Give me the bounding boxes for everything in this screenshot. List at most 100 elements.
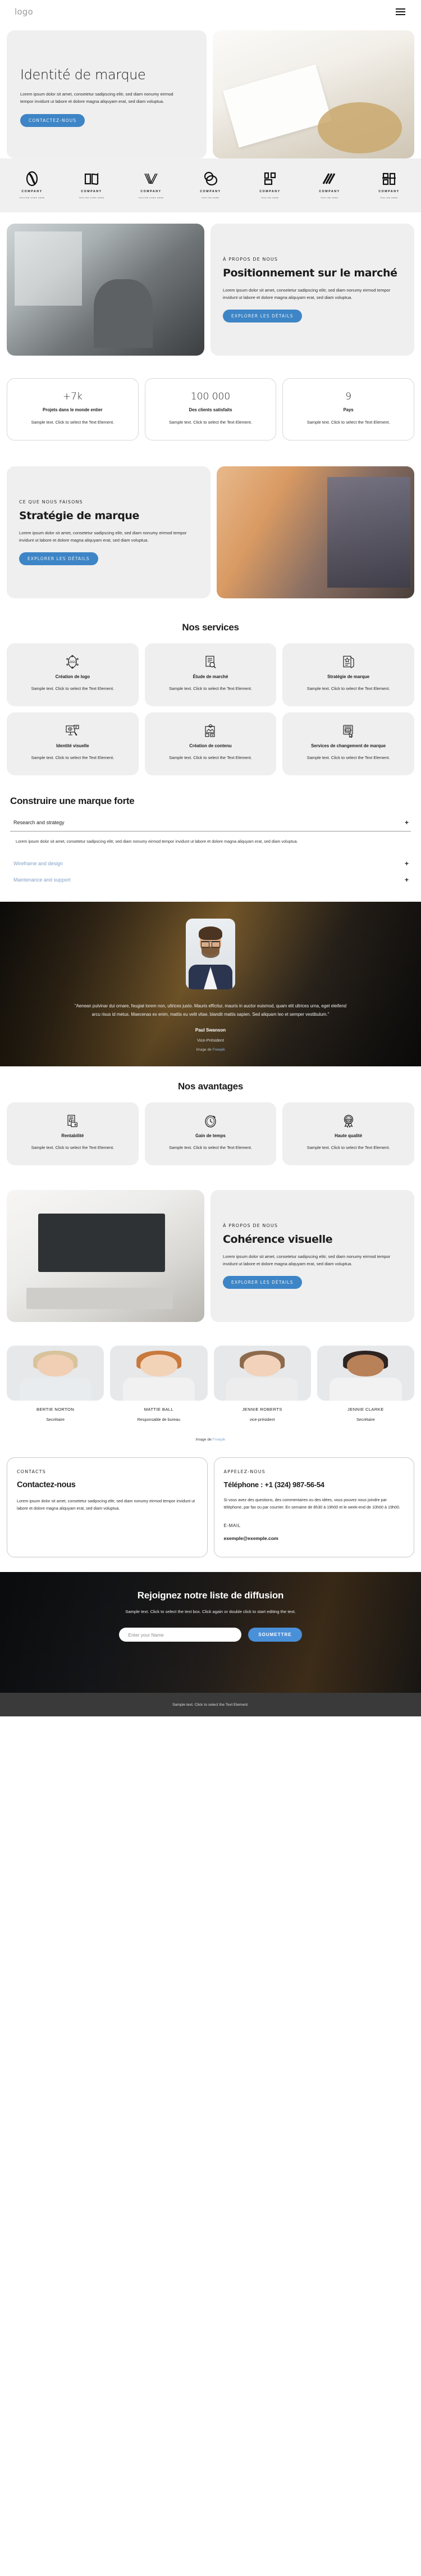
client-logo-tagline: TAGLINE HERE — [202, 197, 219, 199]
accordion-item-body: Lorem ipsum dolor sit amet, consetetur s… — [16, 838, 298, 844]
strategy-cta-button[interactable]: EXPLORER LES DÉTAILS — [19, 552, 98, 566]
client-logo-item: COMPANY TAGLINE HERE — [365, 171, 413, 199]
newsletter-section: Rejoignez notre liste de diffusion Sampl… — [0, 1572, 421, 1693]
client-logo-item: COMPANY TAGLINE GOES HERE — [67, 171, 116, 199]
service-card[interactable]: BRAND Services de changement de marque S… — [282, 712, 414, 775]
testimonial-quote: "Aenean pulvinar dui ornare, feugiat lor… — [74, 1003, 347, 1017]
team-member-name: MATTIE BALL — [144, 1407, 174, 1412]
services-grid: LOGO Création de logo Sample text. Click… — [7, 643, 414, 775]
accordion-item-maintenance-and-support[interactable]: Maintenance and support + — [10, 872, 411, 888]
service-card[interactable]: Étude de marché Sample text. Click to se… — [144, 643, 277, 706]
client-logo-name: COMPANY — [378, 190, 400, 193]
plus-icon[interactable]: + — [405, 876, 409, 883]
visual-identity-icon — [15, 724, 131, 738]
call-us-paragraph: Si vous avez des questions, des commenta… — [223, 1497, 400, 1510]
client-logo-tagline: TAGLINE GOES HERE — [138, 197, 164, 199]
team-member-photo — [317, 1346, 414, 1401]
advantage-description: Sample text. Click to select the Text El… — [31, 1145, 115, 1151]
cost-efficiency-icon — [15, 1114, 131, 1128]
newsletter-name-input[interactable] — [119, 1628, 242, 1642]
market-cta-button[interactable]: EXPLORER LES DÉTAILS — [223, 310, 302, 323]
hero-cta-button[interactable]: CONTACTEZ-NOUS — [20, 114, 85, 128]
open-book-mark-icon — [84, 171, 99, 187]
services-section: Nos services LOGO Création de logo Sampl… — [0, 610, 421, 787]
accordion-item-label: Maintenance and support — [13, 876, 71, 883]
client-logo-tagline: TAGLINE GOES HERE — [19, 197, 45, 199]
plus-icon[interactable]: + — [405, 860, 409, 867]
market-title: Positionnement sur le marché — [223, 266, 397, 279]
strategy-eyebrow: CE QUE NOUS FAISONS — [19, 499, 83, 505]
team-member-name: BERTIE NORTON — [36, 1407, 75, 1412]
services-title: Nos services — [182, 621, 239, 633]
brand-strategy-section: CE QUE NOUS FAISONS Stratégie de marque … — [0, 455, 421, 610]
hamburger-menu-icon[interactable] — [395, 6, 406, 17]
accordion-item-label: Wireframe and design — [13, 860, 63, 866]
credit-link[interactable]: Freepik — [213, 1048, 225, 1052]
client-logo-tagline: TAGLINE HERE — [380, 197, 398, 199]
service-description: Sample text. Click to select the Text El… — [306, 685, 390, 691]
advantages-section: Nos avantages Rentabilité Sample text. C… — [0, 1066, 421, 1179]
email-value[interactable]: exemple@exemple.com — [224, 1535, 405, 1541]
office-workspace-photo — [7, 224, 204, 356]
client-logo-name: COMPANY — [200, 190, 221, 193]
advantage-description: Sample text. Click to select the Text El… — [306, 1145, 390, 1151]
advantage-card[interactable]: HIGH QUALITY Haute qualité Sample text. C… — [282, 1102, 414, 1166]
site-logo[interactable]: logo — [15, 7, 33, 17]
service-title: Création de contenu — [189, 743, 232, 748]
client-logos-strip: COMPANY TAGLINE GOES HERE COMPANY TAGLIN… — [0, 158, 421, 212]
testimonial-image-credit: Image de Freepik — [196, 1048, 225, 1052]
stats-section: +7k Projets dans le monde entier Sample … — [0, 367, 421, 455]
clock-icon — [153, 1114, 269, 1128]
svg-text:QUALITY: QUALITY — [345, 1119, 352, 1121]
service-title: Étude de marché — [193, 674, 228, 679]
service-card[interactable]: Stratégie de marque Sample text. Click t… — [282, 643, 414, 706]
stat-description: Sample text. Click to select the Text El… — [169, 420, 252, 425]
newsletter-submit-button[interactable]: SOUMETTRE — [248, 1628, 302, 1642]
service-card[interactable]: Création de contenu Sample text. Click t… — [144, 712, 277, 775]
client-logo-name: COMPANY — [259, 190, 281, 193]
service-card[interactable]: Identité visuelle Sample text. Click to … — [7, 712, 139, 775]
desk-photo — [213, 30, 414, 158]
logo-design-icon: LOGO — [15, 655, 131, 669]
advantage-card[interactable]: Gain de temps Sample text. Click to sele… — [144, 1102, 277, 1166]
accordion-item-research-and-strategy[interactable]: Research and strategy + — [10, 815, 411, 832]
rebranding-icon: BRAND — [290, 724, 406, 738]
landing-page: logo Identité de marque Lorem ipsum dolo… — [0, 0, 421, 1717]
service-card[interactable]: LOGO Création de logo Sample text. Click… — [7, 643, 139, 706]
credit-link[interactable]: Freepik — [213, 1438, 226, 1442]
service-title: Création de logo — [55, 674, 90, 679]
stat-description: Sample text. Click to select the Text El… — [31, 420, 115, 425]
client-logo-name: COMPANY — [319, 190, 340, 193]
client-logo-name: COMPANY — [21, 190, 43, 193]
service-description: Sample text. Click to select the Text El… — [306, 755, 390, 760]
testimonial-author-role: Vice-Président — [197, 1038, 224, 1043]
hero-image — [213, 30, 414, 158]
team-section: BERTIE NORTON Secrétaire MATTIE BALL Res… — [0, 1333, 421, 1429]
client-logo-tagline: TAGLINE HERE — [321, 197, 338, 199]
visual-paragraph: Lorem ipsum dolor sit amet, consetetur s… — [223, 1253, 391, 1266]
advantages-grid: Rentabilité Sample text. Click to select… — [7, 1102, 414, 1166]
stat-value: 9 — [345, 391, 352, 402]
contacts-card: CONTACTS Contactez-nous Lorem ipsum dolo… — [7, 1457, 208, 1558]
team-member-role: vice-président — [249, 1417, 275, 1423]
testimonial-author-name: Paul Swanson — [195, 1028, 226, 1033]
strategy-text-card: CE QUE NOUS FAISONS Stratégie de marque … — [7, 466, 210, 598]
advantages-title: Nos avantages — [177, 1081, 244, 1092]
client-logo-name: COMPANY — [140, 190, 162, 193]
service-description: Sample text. Click to select the Text El… — [169, 685, 252, 691]
market-positioning-section: À PROPOS DE NOUS Positionnement sur le m… — [0, 212, 421, 367]
hero-section: Identité de marque Lorem ipsum dolor sit… — [0, 24, 421, 158]
visual-image — [7, 1190, 204, 1323]
accordion-item-wireframe-and-design[interactable]: Wireframe and design + — [10, 856, 411, 872]
accordion-section: Construire une marque forte Research and… — [0, 787, 421, 902]
advantage-description: Sample text. Click to select the Text El… — [169, 1145, 252, 1151]
advantage-card[interactable]: Rentabilité Sample text. Click to select… — [7, 1102, 139, 1166]
plus-icon[interactable]: + — [405, 819, 409, 826]
visual-cta-button[interactable]: EXPLORER LES DÉTAILS — [223, 1276, 302, 1289]
stat-label: Des clients satisfaits — [189, 407, 232, 412]
hands-holding-photo — [217, 466, 414, 598]
laptop-desk-photo — [7, 1190, 204, 1323]
visual-eyebrow: À PROPOS DE NOUS — [223, 1223, 278, 1229]
accordion-item-label: Research and strategy — [13, 819, 65, 825]
team-member-role: Secrétaire — [46, 1417, 65, 1423]
